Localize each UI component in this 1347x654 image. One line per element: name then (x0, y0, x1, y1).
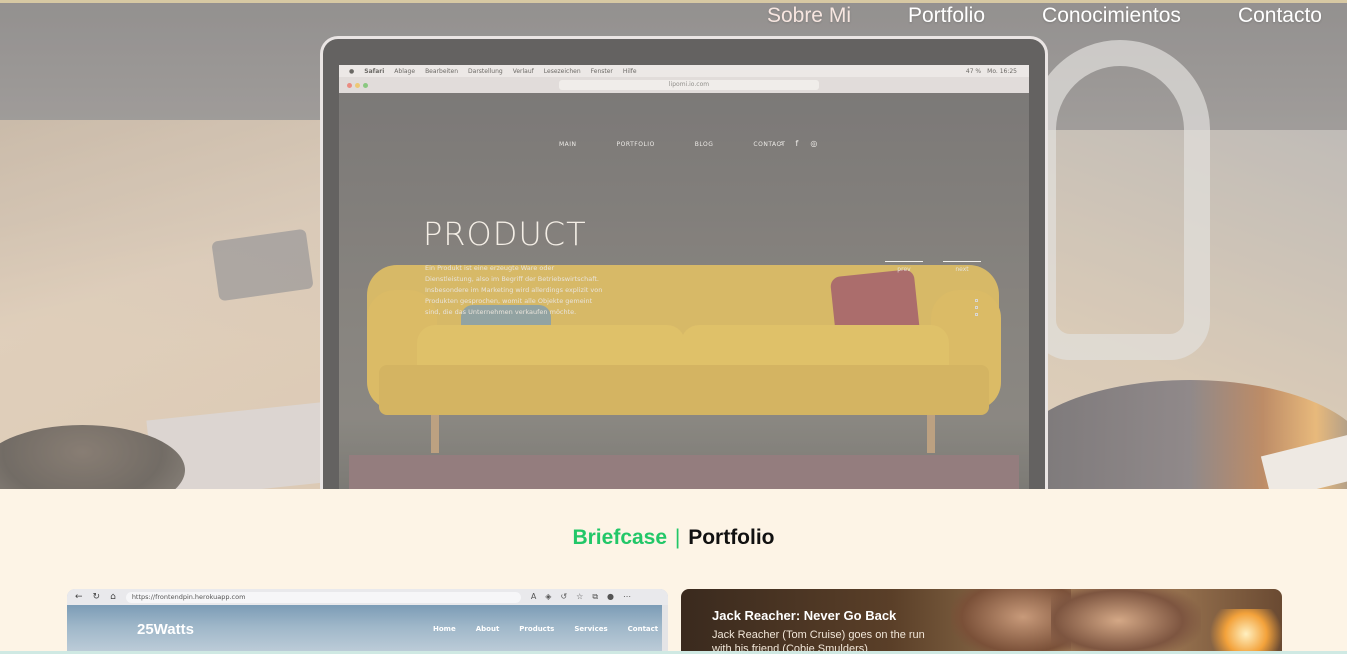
collections-icon: ⧉ (592, 592, 599, 601)
movie-poster-explosion (1201, 609, 1282, 654)
main-nav: Sobre Mi Portfolio Conocimientos Contact… (767, 4, 1322, 28)
nav-link-portfolio[interactable]: Portfolio (908, 4, 985, 28)
nav-link-sobre-mi[interactable]: Sobre Mi (767, 4, 851, 28)
nav-link-contacto[interactable]: Contacto (1238, 4, 1322, 28)
watts-nav-item: Contact (627, 625, 659, 633)
watts-nav: Home About Products Services Contact (433, 625, 658, 633)
watts-nav-item: Home (433, 625, 456, 633)
watts-logo: 25Watts (137, 621, 194, 638)
profile-icon: ● (607, 592, 615, 601)
reload-icon: ↺ (560, 592, 568, 601)
portfolio-card-25watts[interactable]: ← ↻ ⌂ https://frontendpin.herokuapp.com … (67, 589, 668, 654)
watts-nav-item: Products (519, 625, 555, 633)
favorites-icon: ☆ (576, 592, 584, 601)
extensions-icon: ◈ (545, 592, 552, 601)
watts-nav-item: Services (574, 625, 608, 633)
back-arrow-icon: ← (75, 592, 83, 602)
movie-title: Jack Reacher: Never Go Back (712, 608, 897, 623)
hero-overlay (0, 0, 1347, 489)
title-separator: | (674, 526, 681, 549)
portfolio-section-title: Briefcase | Portfolio (0, 526, 1347, 550)
card-url: https://frontendpin.herokuapp.com (125, 591, 521, 603)
browser-actions: A ◈ ↺ ☆ ⧉ ● ⋯ (531, 592, 631, 602)
read-aloud-icon: A (530, 592, 537, 601)
portfolio-card-jack-reacher[interactable]: Jack Reacher: Never Go Back Jack Reacher… (681, 589, 1282, 654)
card-browser-toolbar: ← ↻ ⌂ https://frontendpin.herokuapp.com … (67, 589, 668, 605)
refresh-icon: ↻ (92, 592, 101, 602)
title-briefcase: Briefcase (572, 526, 668, 549)
card-scrollbar (662, 605, 668, 654)
movie-poster-face (1051, 589, 1201, 654)
hero-banner: ● Safari Ablage Bearbeiten Darstellung V… (0, 0, 1347, 489)
more-icon: ⋯ (623, 592, 632, 601)
title-portfolio: Portfolio (688, 526, 775, 549)
home-icon: ⌂ (110, 592, 116, 602)
watts-nav-item: About (475, 625, 500, 633)
nav-link-conocimientos[interactable]: Conocimientos (1042, 4, 1181, 28)
